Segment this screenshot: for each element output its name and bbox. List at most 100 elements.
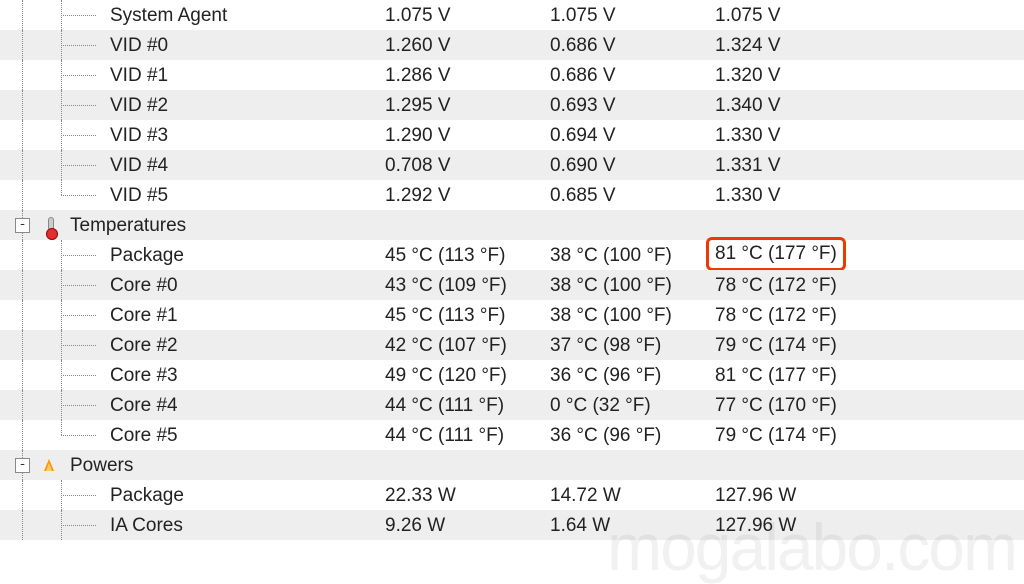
sensor-name: Core #1	[110, 306, 385, 325]
sensor-value-2: 0.685 V	[550, 186, 715, 205]
sensor-name: Core #2	[110, 336, 385, 355]
sensor-value-1: 45 °C (113 °F)	[385, 306, 550, 325]
sensor-value-3: 1.330 V	[715, 186, 905, 205]
sensor-value-3: 81 °C (177 °F)	[715, 366, 905, 385]
sensor-value-1: 1.292 V	[385, 186, 550, 205]
sensor-row[interactable]: VID #01.260 V0.686 V1.324 V	[0, 30, 1024, 60]
sensor-value-2: 38 °C (100 °F)	[550, 306, 715, 325]
tree-gutter	[0, 390, 110, 420]
sensor-value-2: 38 °C (100 °F)	[550, 276, 715, 295]
sensor-value-2: 1.075 V	[550, 6, 715, 25]
section-row-temperatures[interactable]: - Temperatures	[0, 210, 1024, 240]
tree-gutter	[0, 240, 110, 270]
highlight-max-temp: 81 °C (177 °F)	[706, 237, 846, 271]
sensor-value-2: 0 °C (32 °F)	[550, 396, 715, 415]
sensor-name: VID #5	[110, 186, 385, 205]
sensor-value-2: 0.686 V	[550, 36, 715, 55]
sensor-name: IA Cores	[110, 516, 385, 535]
sensor-value-1: 49 °C (120 °F)	[385, 366, 550, 385]
tree-gutter	[0, 60, 110, 90]
sensor-name: Core #5	[110, 426, 385, 445]
sensor-value-3: 79 °C (174 °F)	[715, 336, 905, 355]
sensor-value-3: 78 °C (172 °F)	[715, 276, 905, 295]
sensor-row[interactable]: VID #31.290 V0.694 V1.330 V	[0, 120, 1024, 150]
tree-gutter	[0, 360, 110, 390]
sensor-row[interactable]: VID #40.708 V0.690 V1.331 V	[0, 150, 1024, 180]
sensor-name: VID #0	[110, 36, 385, 55]
section-row-powers[interactable]: - Powers	[0, 450, 1024, 480]
sensor-value-2: 0.694 V	[550, 126, 715, 145]
sensor-value-2: 1.64 W	[550, 516, 715, 535]
sensor-value-3: 1.340 V	[715, 96, 905, 115]
sensor-value-2: 36 °C (96 °F)	[550, 426, 715, 445]
tree-gutter	[0, 480, 110, 510]
sensor-value-1: 1.295 V	[385, 96, 550, 115]
tree-gutter	[0, 270, 110, 300]
sensor-row[interactable]: Core #242 °C (107 °F)37 °C (98 °F)79 °C …	[0, 330, 1024, 360]
sensor-name: Core #3	[110, 366, 385, 385]
sensor-name: VID #3	[110, 126, 385, 145]
sensor-value-3: 79 °C (174 °F)	[715, 426, 905, 445]
sensor-row[interactable]: Package45 °C (113 °F)38 °C (100 °F)81 °C…	[0, 240, 1024, 270]
sensor-value-1: 1.286 V	[385, 66, 550, 85]
sensor-value-2: 36 °C (96 °F)	[550, 366, 715, 385]
sensor-row[interactable]: VID #51.292 V0.685 V1.330 V	[0, 180, 1024, 210]
sensor-value-1: 45 °C (113 °F)	[385, 246, 550, 265]
sensor-row[interactable]: IA Cores9.26 W1.64 W127.96 W	[0, 510, 1024, 540]
expander-icon[interactable]: -	[15, 218, 30, 233]
sensor-row[interactable]: System Agent1.075 V1.075 V1.075 V	[0, 0, 1024, 30]
sensor-name: Core #4	[110, 396, 385, 415]
sensor-value-2: 0.686 V	[550, 66, 715, 85]
sensor-value-3: 78 °C (172 °F)	[715, 306, 905, 325]
sensor-value-2: 14.72 W	[550, 486, 715, 505]
tree-gutter	[0, 120, 110, 150]
sensor-value-1: 43 °C (109 °F)	[385, 276, 550, 295]
sensor-name: VID #4	[110, 156, 385, 175]
sensor-value-3: 1.324 V	[715, 36, 905, 55]
sensor-value-2: 0.690 V	[550, 156, 715, 175]
sensor-value-3: 1.331 V	[715, 156, 905, 175]
sensor-value-3: 127.96 W	[715, 516, 905, 535]
tree-gutter	[0, 30, 110, 60]
sensor-value-1: 9.26 W	[385, 516, 550, 535]
tree-gutter	[0, 330, 110, 360]
tree-gutter	[0, 150, 110, 180]
sensor-row[interactable]: Core #444 °C (111 °F)0 °C (32 °F)77 °C (…	[0, 390, 1024, 420]
tree-gutter	[0, 90, 110, 120]
section-title: Powers	[70, 456, 345, 475]
tree-gutter	[0, 510, 110, 540]
sensor-row[interactable]: Core #145 °C (113 °F)38 °C (100 °F)78 °C…	[0, 300, 1024, 330]
sensor-value-2: 38 °C (100 °F)	[550, 246, 715, 265]
sensor-name: System Agent	[110, 6, 385, 25]
sensor-value-1: 0.708 V	[385, 156, 550, 175]
sensor-tree: System Agent1.075 V1.075 V1.075 VVID #01…	[0, 0, 1024, 540]
section-title: Temperatures	[70, 216, 345, 235]
sensor-value-1: 42 °C (107 °F)	[385, 336, 550, 355]
expander-icon[interactable]: -	[15, 458, 30, 473]
sensor-value-1: 1.290 V	[385, 126, 550, 145]
thermometer-icon	[42, 217, 58, 233]
sensor-value-1: 22.33 W	[385, 486, 550, 505]
flame-icon	[42, 457, 58, 473]
tree-gutter	[0, 0, 110, 30]
sensor-value-1: 44 °C (111 °F)	[385, 396, 550, 415]
sensor-value-1: 1.260 V	[385, 36, 550, 55]
sensor-value-2: 37 °C (98 °F)	[550, 336, 715, 355]
sensor-value-2: 0.693 V	[550, 96, 715, 115]
sensor-row[interactable]: VID #11.286 V0.686 V1.320 V	[0, 60, 1024, 90]
sensor-row[interactable]: Core #349 °C (120 °F)36 °C (96 °F)81 °C …	[0, 360, 1024, 390]
sensor-value-1: 44 °C (111 °F)	[385, 426, 550, 445]
sensor-row[interactable]: Core #544 °C (111 °F)36 °C (96 °F)79 °C …	[0, 420, 1024, 450]
sensor-name: VID #2	[110, 96, 385, 115]
sensor-value-3: 1.330 V	[715, 126, 905, 145]
sensor-name: Package	[110, 246, 385, 265]
sensor-name: VID #1	[110, 66, 385, 85]
sensor-row[interactable]: Package22.33 W14.72 W127.96 W	[0, 480, 1024, 510]
sensor-value-3: 81 °C (177 °F)	[715, 239, 905, 271]
tree-gutter	[0, 420, 110, 450]
sensor-name: Core #0	[110, 276, 385, 295]
sensor-row[interactable]: VID #21.295 V0.693 V1.340 V	[0, 90, 1024, 120]
sensor-value-3: 1.075 V	[715, 6, 905, 25]
sensor-value-3: 77 °C (170 °F)	[715, 396, 905, 415]
sensor-row[interactable]: Core #043 °C (109 °F)38 °C (100 °F)78 °C…	[0, 270, 1024, 300]
